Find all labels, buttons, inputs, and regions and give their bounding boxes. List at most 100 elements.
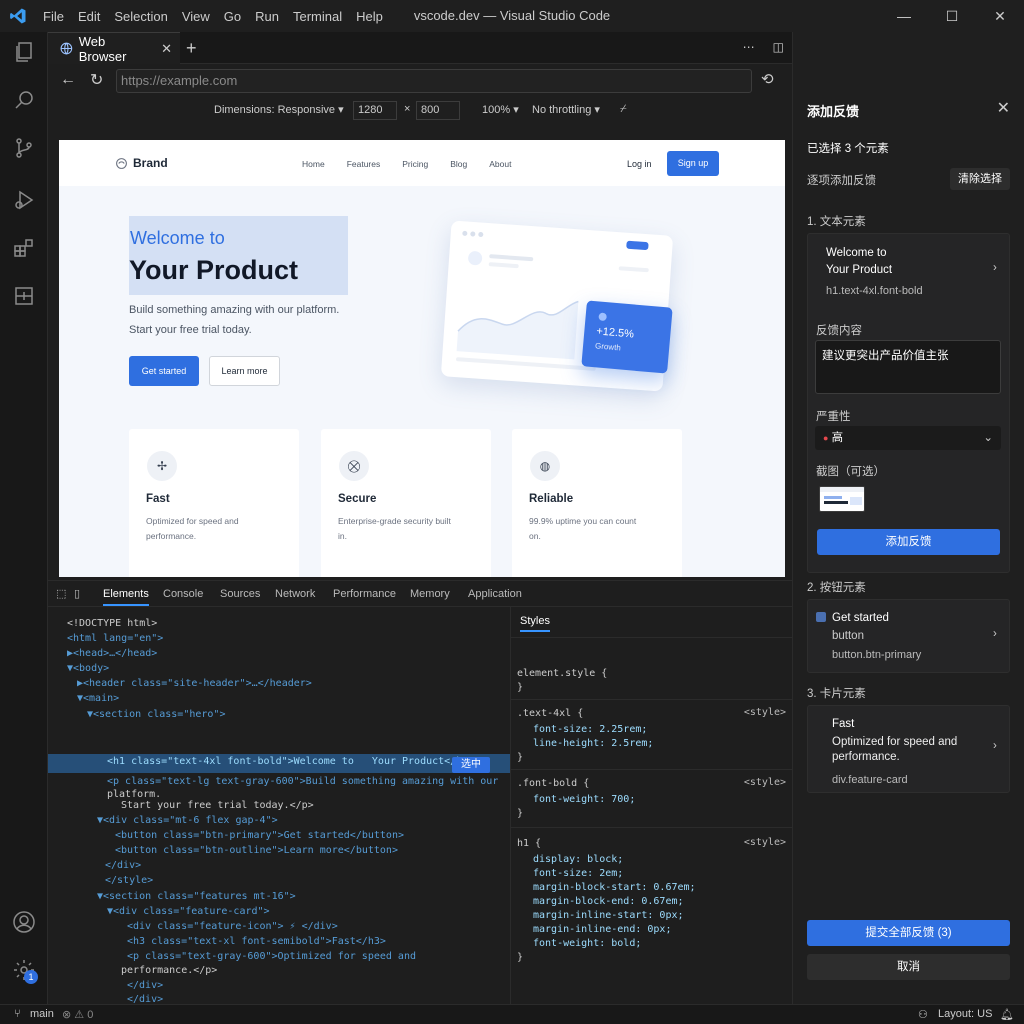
menu-file[interactable]: File xyxy=(36,9,71,24)
tab-console[interactable]: Console xyxy=(163,588,203,600)
menu-edit[interactable]: Edit xyxy=(71,9,107,24)
rule-prop[interactable]: margin-block-end: 0.67em; xyxy=(533,895,684,909)
tab-web-browser[interactable]: Web Browser ✕ xyxy=(48,32,180,64)
dom-line[interactable]: <div class="feature-icon"> ⚡ </div> xyxy=(127,920,338,934)
signup-button[interactable]: Sign up xyxy=(667,151,719,176)
tab-styles[interactable]: Styles xyxy=(520,615,550,632)
rule-prop[interactable]: font-weight: bold; xyxy=(533,937,641,951)
search-icon[interactable] xyxy=(8,84,40,116)
rule-prop[interactable]: display: block; xyxy=(533,853,623,867)
dom-line[interactable]: ▼<main> xyxy=(77,692,119,706)
menu-terminal[interactable]: Terminal xyxy=(286,9,349,24)
menu-selection[interactable]: Selection xyxy=(107,9,174,24)
tab-sources[interactable]: Sources xyxy=(220,588,260,600)
screenshot-thumbnail[interactable] xyxy=(819,486,865,512)
rotate-icon[interactable]: ⌿ xyxy=(620,103,627,116)
add-feedback-button[interactable]: 添加反馈 xyxy=(817,529,1000,555)
cancel-button[interactable]: 取消 xyxy=(807,954,1010,980)
menu-run[interactable]: Run xyxy=(248,9,286,24)
rule-source[interactable]: <style> xyxy=(744,707,786,718)
rule-prop[interactable]: margin-block-start: 0.67em; xyxy=(533,881,696,895)
learn-more-button[interactable]: Learn more xyxy=(209,356,280,386)
menu-help[interactable]: Help xyxy=(349,9,390,24)
account-icon[interactable] xyxy=(8,906,40,938)
explorer-icon[interactable] xyxy=(8,36,40,68)
dom-line[interactable]: <h3 class="text-xl font-semibold">Fast</… xyxy=(127,935,386,949)
rule-prop[interactable]: font-size: 2.25rem; xyxy=(533,723,647,737)
height-input[interactable]: 800 xyxy=(416,101,460,120)
dom-line[interactable]: ▼<body> xyxy=(67,662,109,676)
brand-logo[interactable]: Brand xyxy=(115,156,168,170)
tab-memory[interactable]: Memory xyxy=(410,588,450,600)
dom-line[interactable]: </div> xyxy=(105,859,141,873)
dom-line[interactable]: <p class="text-lg text-gray-600">Build s… xyxy=(107,775,498,789)
login-link[interactable]: Log in xyxy=(627,159,652,169)
rule-selector[interactable]: h1 { xyxy=(517,837,541,851)
rule-selector[interactable]: .font-bold { xyxy=(517,777,589,791)
dom-line-selected[interactable]: <h1 class="text-4xl font-bold">Welcome t… xyxy=(107,755,474,769)
nav-blog[interactable]: Blog xyxy=(450,159,467,169)
branch-icon[interactable]: ⑂ xyxy=(14,1008,21,1020)
chevron-right-icon[interactable]: › xyxy=(993,628,997,640)
reload-icon[interactable]: ↻ xyxy=(90,70,103,90)
split-editor-icon[interactable]: ◫ xyxy=(773,40,784,54)
remote-explorer-icon[interactable] xyxy=(8,280,40,312)
device-toggle-icon[interactable]: ▯ xyxy=(74,587,80,600)
close-panel-icon[interactable]: ✕ xyxy=(997,98,1010,118)
url-input[interactable]: https://example.com xyxy=(116,69,752,93)
zoom-dropdown[interactable]: 100% ▾ xyxy=(482,103,519,116)
card-element-card[interactable]: Fast Optimized for speed and performance… xyxy=(807,705,1010,793)
tab-performance[interactable]: Performance xyxy=(333,588,396,600)
run-debug-icon[interactable] xyxy=(8,184,40,216)
dom-line[interactable]: <button class="btn-outline">Learn more</… xyxy=(115,844,398,858)
tab-elements[interactable]: Elements xyxy=(103,588,149,606)
dom-line[interactable]: ▶<header class="site-header">…</header> xyxy=(77,677,312,691)
menu-view[interactable]: View xyxy=(175,9,217,24)
menu-go[interactable]: Go xyxy=(217,9,248,24)
rule-source[interactable]: <style> xyxy=(744,777,786,788)
dom-line[interactable]: <p class="text-gray-600">Optimized for s… xyxy=(127,950,416,964)
dom-line[interactable]: <!DOCTYPE html> xyxy=(67,617,157,631)
dom-line[interactable]: <html lang="en"> xyxy=(67,632,163,646)
dom-line[interactable]: ▼<div class="feature-card"> xyxy=(107,905,270,919)
dom-line[interactable]: </div> xyxy=(127,979,163,993)
get-started-button[interactable]: Get started xyxy=(129,356,199,386)
notifications-icon[interactable]: 🔔︎ xyxy=(1000,1008,1014,1021)
more-actions-icon[interactable]: ⋯ xyxy=(743,40,755,54)
submit-all-button[interactable]: 提交全部反馈 (3) xyxy=(807,920,1010,946)
feature-card-secure[interactable]: ⛒ Secure Enterprise-grade security built… xyxy=(321,429,491,577)
chevron-right-icon[interactable]: › xyxy=(993,262,997,274)
dimensions-dropdown[interactable]: Dimensions: Responsive ▾ xyxy=(214,103,344,116)
settings-gear-icon[interactable]: 1 xyxy=(8,954,40,986)
severity-select[interactable]: ● 高 ⌄ xyxy=(815,426,1001,450)
dom-line[interactable]: Start your free trial today.</p> xyxy=(121,799,314,813)
feature-card-reliable[interactable]: ◍ Reliable 99.9% uptime you can count on… xyxy=(512,429,682,577)
branch-name[interactable]: main xyxy=(30,1008,54,1020)
keyboard-layout[interactable]: Layout: US xyxy=(938,1008,992,1020)
dom-line[interactable]: performance.</p> xyxy=(121,964,217,978)
dom-line[interactable]: ▼<section class="features mt-16"> xyxy=(97,890,296,904)
element-style-rule[interactable]: element.style { xyxy=(517,667,607,681)
throttling-dropdown[interactable]: No throttling ▾ xyxy=(532,103,600,116)
button-element-card[interactable]: Get started button › button.btn-primary xyxy=(807,599,1010,673)
nav-about[interactable]: About xyxy=(489,159,511,169)
width-input[interactable]: 1280 xyxy=(353,101,397,120)
nav-features[interactable]: Features xyxy=(347,159,381,169)
back-arrow-icon[interactable]: ← xyxy=(60,71,76,89)
close-tab-icon[interactable]: ✕ xyxy=(161,41,172,57)
minimize-icon[interactable]: — xyxy=(880,0,928,32)
extensions-icon[interactable] xyxy=(8,232,40,264)
tab-network[interactable]: Network xyxy=(275,588,315,600)
nav-pricing[interactable]: Pricing xyxy=(402,159,428,169)
dom-line[interactable]: ▶<head>…</head> xyxy=(67,647,157,661)
dom-line[interactable]: ▼<section class="hero"> xyxy=(87,708,225,722)
clear-selection-button[interactable]: 清除选择 xyxy=(950,168,1010,190)
vscode-logo-icon[interactable] xyxy=(0,0,36,32)
open-external-icon[interactable]: ⟲ xyxy=(761,70,774,88)
source-control-icon[interactable] xyxy=(8,132,40,164)
rule-prop[interactable]: line-height: 2.5rem; xyxy=(533,737,653,751)
nav-home[interactable]: Home xyxy=(302,159,325,169)
dom-line[interactable]: ▼<div class="mt-6 flex gap-4"> xyxy=(97,814,278,828)
rule-prop[interactable]: font-weight: 700; xyxy=(533,793,635,807)
new-tab-icon[interactable]: + xyxy=(186,38,197,59)
